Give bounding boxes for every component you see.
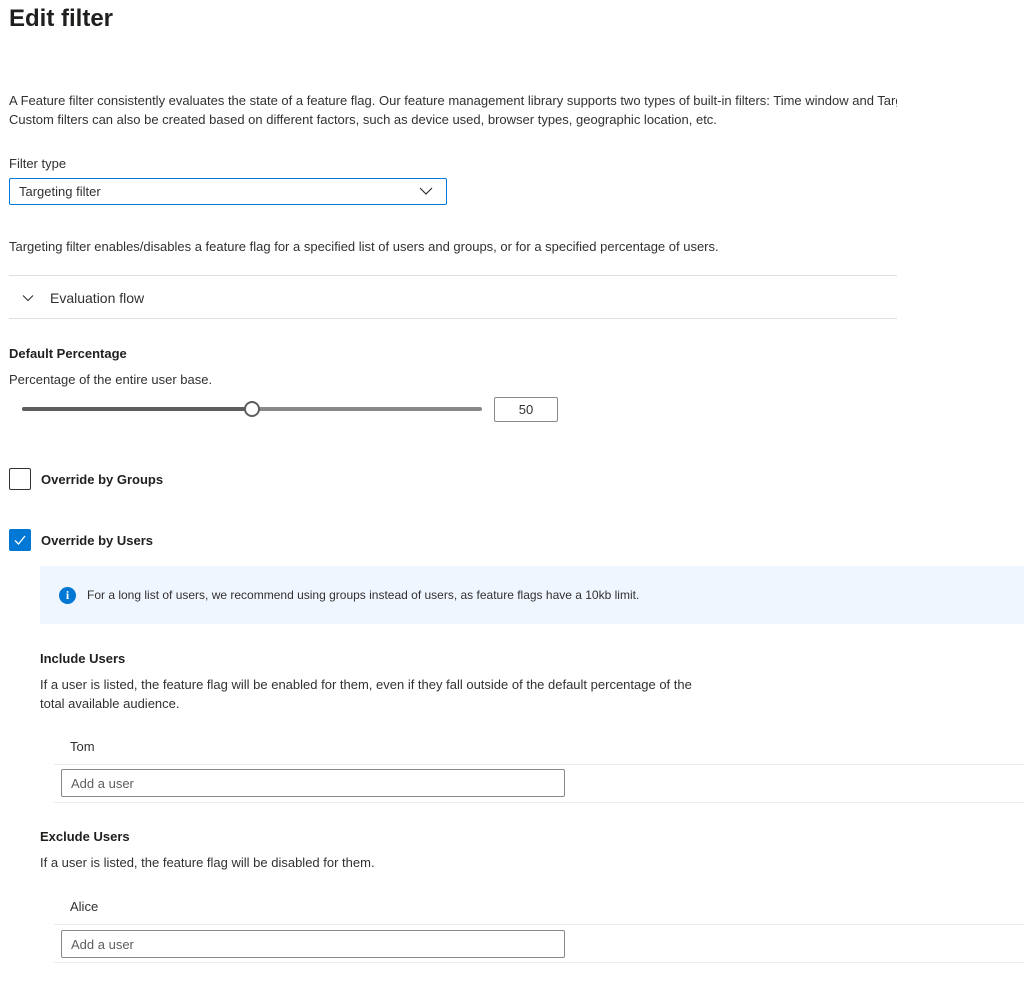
filter-type-label: Filter type: [9, 156, 67, 171]
filter-type-dropdown[interactable]: Targeting filter: [9, 178, 447, 205]
include-user-input[interactable]: [61, 769, 565, 797]
filter-type-help: Targeting filter enables/disables a feat…: [9, 239, 719, 254]
include-user-item: Tom: [70, 739, 95, 754]
exclude-users-description: If a user is listed, the feature flag wi…: [40, 855, 375, 870]
evaluation-flow-label: Evaluation flow: [50, 290, 145, 306]
info-icon: i: [59, 586, 76, 604]
percentage-value-input[interactable]: 50: [494, 397, 558, 422]
row-divider: [54, 962, 1024, 963]
slider-thumb[interactable]: [244, 401, 260, 417]
checkbox-box[interactable]: [9, 468, 31, 490]
evaluation-flow-expander[interactable]: Evaluation flow: [22, 286, 144, 310]
row-divider: [54, 802, 1024, 803]
include-users-heading: Include Users: [40, 651, 126, 666]
row-divider: [54, 764, 1024, 765]
page-description: A Feature filter consistently evaluates …: [9, 91, 897, 129]
description-line-1: A Feature filter consistently evaluates …: [9, 93, 897, 108]
row-divider: [54, 924, 1024, 925]
default-percentage-description: Percentage of the entire user base.: [9, 372, 213, 387]
exclude-user-input[interactable]: [61, 930, 565, 958]
divider-top: [9, 275, 897, 276]
exclude-users-heading: Exclude Users: [40, 829, 130, 844]
override-users-checkbox[interactable]: Override by Users: [9, 529, 153, 551]
description-line-2: Custom filters can also be created based…: [9, 112, 717, 127]
info-message-text: For a long list of users, we recommend u…: [87, 588, 640, 602]
percentage-slider[interactable]: [22, 399, 482, 419]
override-groups-label: Override by Groups: [41, 471, 164, 487]
chevron-down-icon: [419, 187, 433, 195]
checkmark-icon: [14, 535, 26, 545]
checkbox-box-checked[interactable]: [9, 529, 31, 551]
exclude-user-item: Alice: [70, 899, 99, 914]
divider-bottom: [9, 318, 897, 319]
slider-fill: [22, 407, 252, 411]
filter-type-selected: Targeting filter: [19, 184, 101, 199]
page-title: Edit filter: [9, 5, 114, 32]
include-users-description: If a user is listed, the feature flag wi…: [40, 677, 692, 711]
info-message-bar: i For a long list of users, we recommend…: [40, 566, 1024, 624]
chevron-down-icon: [22, 295, 34, 302]
override-groups-checkbox[interactable]: Override by Groups: [9, 468, 163, 490]
override-users-label: Override by Users: [41, 532, 154, 548]
default-percentage-heading: Default Percentage: [9, 346, 127, 361]
